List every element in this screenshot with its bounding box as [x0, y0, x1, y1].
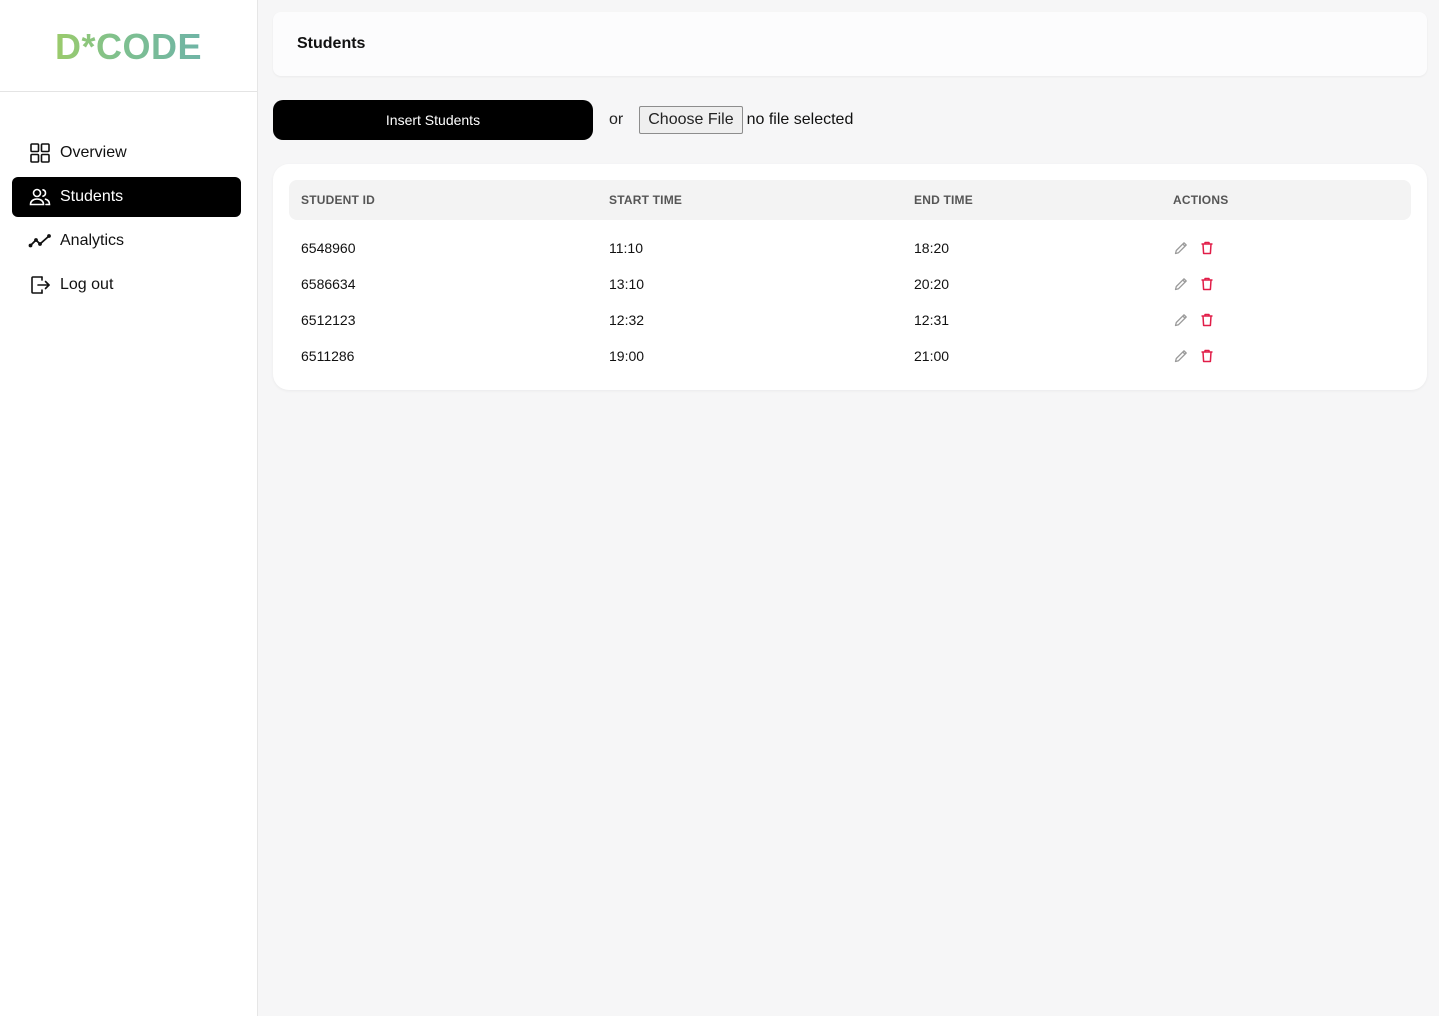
actions-cell	[1161, 266, 1411, 302]
sidebar-nav: Overview Students Analytics Log out	[0, 92, 257, 305]
edit-pencil-icon[interactable]	[1173, 312, 1189, 328]
student-id-cell: 6512123	[301, 312, 356, 328]
delete-trash-icon[interactable]	[1199, 348, 1215, 364]
insert-students-button[interactable]: Insert Students	[273, 100, 593, 140]
table-row: 6586634 13:10 20:20	[289, 266, 1411, 302]
logout-icon	[28, 273, 52, 297]
main-content: Students Insert Students or Choose File …	[273, 0, 1427, 390]
or-separator: or	[609, 111, 624, 128]
end-time-cell: 12:31	[914, 312, 950, 328]
start-time-cell: 19:00	[609, 348, 645, 364]
table-body: 6548960 11:10 18:20 6586634 13:10 20:20	[289, 220, 1411, 374]
student-id-cell: 6511286	[301, 348, 355, 364]
end-time-cell: 20:20	[914, 276, 950, 292]
actions-cell	[1161, 302, 1411, 338]
start-time-cell: 13:10	[609, 276, 645, 292]
edit-pencil-icon[interactable]	[1173, 240, 1189, 256]
delete-trash-icon[interactable]	[1199, 240, 1215, 256]
edit-pencil-icon[interactable]	[1173, 348, 1189, 364]
students-table: STUDENT ID START TIME END TIME ACTIONS 6…	[289, 180, 1411, 374]
column-header-end-time: END TIME	[902, 180, 1161, 220]
sidebar-item-label: Analytics	[60, 232, 125, 249]
actions-row: Insert Students or Choose File no file s…	[273, 100, 1427, 140]
column-header-start-time: START TIME	[597, 180, 902, 220]
table-row: 6512123 12:32 12:31	[289, 302, 1411, 338]
end-time-cell: 18:20	[914, 240, 950, 256]
end-time-cell: 21:00	[914, 348, 950, 364]
sidebar-item-analytics[interactable]: Analytics	[12, 221, 241, 261]
brand-logo[interactable]: D*CODE	[55, 26, 202, 68]
choose-file-button[interactable]: Choose File	[639, 106, 743, 134]
edit-pencil-icon[interactable]	[1173, 276, 1189, 292]
sidebar-item-logout[interactable]: Log out	[12, 265, 241, 305]
page-header: Students	[273, 12, 1427, 76]
sidebar-item-overview[interactable]: Overview	[12, 133, 241, 173]
column-header-student-id: STUDENT ID	[289, 180, 597, 220]
sidebar: D*CODE Overview Students Analytics Log o…	[0, 0, 258, 1016]
table-row: 6511286 19:00 21:00	[289, 338, 1411, 374]
sidebar-item-label: Students	[60, 188, 124, 205]
start-time-cell: 12:32	[609, 312, 645, 328]
start-time-cell: 11:10	[609, 240, 643, 256]
student-id-cell: 6548960	[301, 240, 356, 256]
sidebar-item-students[interactable]: Students	[12, 177, 241, 217]
file-status-text: no file selected	[746, 111, 854, 128]
sidebar-item-label: Overview	[60, 144, 127, 161]
student-id-cell: 6586634	[301, 276, 356, 292]
page-title: Students	[297, 35, 366, 52]
delete-trash-icon[interactable]	[1199, 312, 1215, 328]
table-header: STUDENT ID START TIME END TIME ACTIONS	[289, 180, 1411, 220]
students-table-card: STUDENT ID START TIME END TIME ACTIONS 6…	[273, 164, 1427, 390]
actions-cell	[1161, 220, 1411, 266]
grid-icon	[28, 141, 52, 165]
table-row: 6548960 11:10 18:20	[289, 220, 1411, 266]
actions-cell	[1161, 338, 1411, 374]
trend-icon	[28, 229, 52, 253]
sidebar-item-label: Log out	[60, 276, 114, 293]
logo-area: D*CODE	[0, 0, 257, 92]
users-icon	[28, 185, 52, 209]
column-header-actions: ACTIONS	[1161, 180, 1411, 220]
delete-trash-icon[interactable]	[1199, 276, 1215, 292]
